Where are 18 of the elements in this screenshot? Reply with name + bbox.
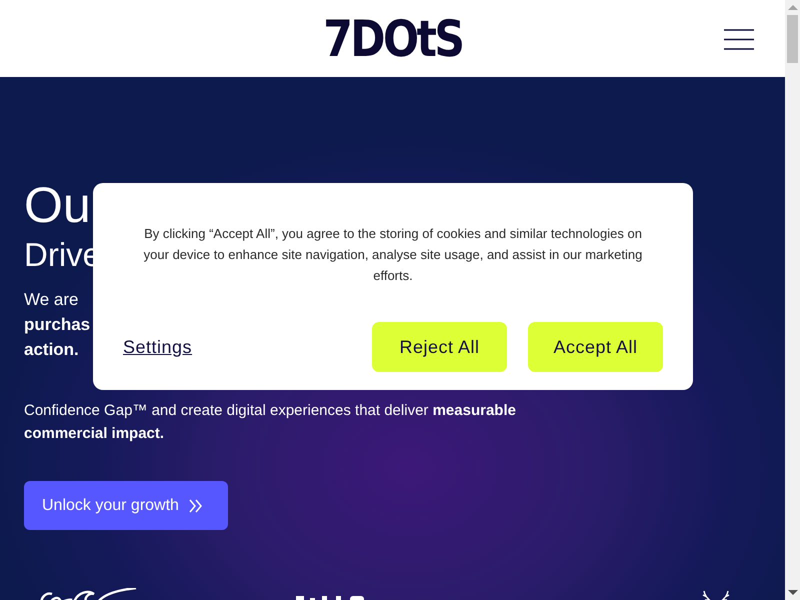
settings-link[interactable]: Settings [123, 336, 192, 358]
hero-paragraph: Confidence Gap™ and create digital experiences that deliver measurable commercial impact. [24, 401, 517, 444]
consent-button[interactable]: Accept All [528, 322, 663, 372]
site-logo[interactable]: 7DOtS [322, 14, 462, 64]
consent-button[interactable]: Reject All [372, 322, 507, 372]
chevrons-icon [188, 498, 203, 512]
hero-heading: Ou [24, 177, 91, 235]
scroll-up-icon[interactable] [788, 5, 798, 10]
scrollbar-thumb[interactable] [787, 15, 798, 63]
scrollbar[interactable] [785, 0, 800, 600]
antlers-logo [700, 589, 731, 600]
cta-button[interactable]: Unlock your growth [24, 481, 228, 530]
scroll-down-icon[interactable] [788, 590, 798, 595]
intro-text: purchas [24, 314, 90, 336]
intro-text: We are [24, 289, 78, 311]
cookie-message: By clicking “Accept All”, you agree to the storing of cookies and similar technologies on your device to enhance site navigation, analyse site usage, and assist in our marketing efforts. [142, 225, 644, 285]
menu-icon[interactable] [724, 29, 754, 50]
intro-text: action. [24, 339, 79, 361]
